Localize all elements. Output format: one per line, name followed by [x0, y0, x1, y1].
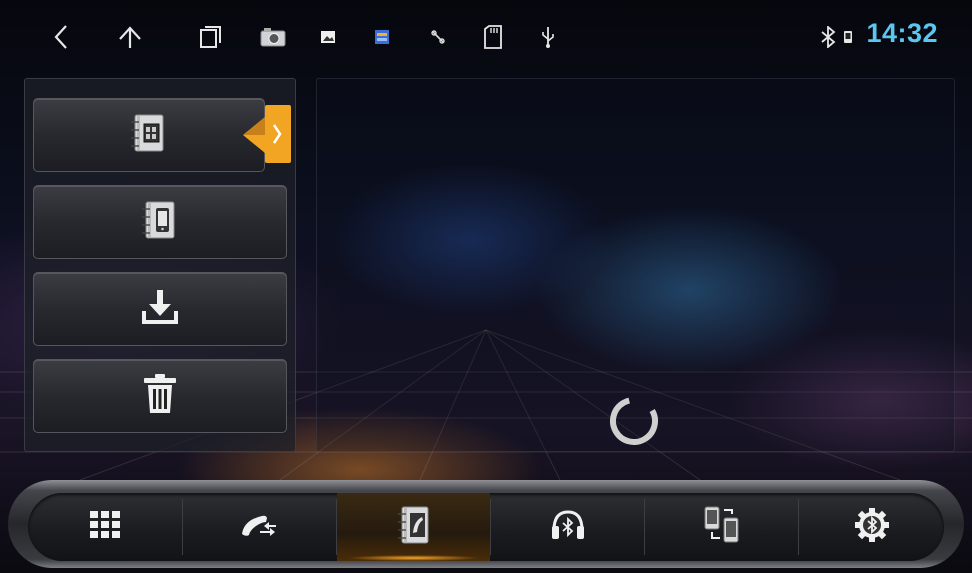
dialpad-icon: [89, 510, 121, 544]
loading-spinner-icon: [610, 397, 658, 445]
recent-apps-icon[interactable]: [196, 22, 224, 52]
trash-icon: [142, 373, 178, 419]
phone-small-icon: [842, 22, 854, 52]
clock: 14:32: [866, 18, 938, 48]
camera-icon: [258, 22, 288, 52]
usb-icon: [538, 22, 558, 52]
sd-card-icon: [481, 22, 505, 52]
active-glow: [347, 555, 480, 561]
sim-contacts-button[interactable]: [33, 98, 265, 172]
phone-contacts-icon: [139, 200, 181, 244]
bottom-nav: [28, 493, 944, 561]
download-icon: [140, 289, 180, 329]
home-icon[interactable]: [116, 22, 144, 52]
nav-call-log[interactable]: [183, 493, 336, 561]
nav-dialpad[interactable]: [28, 493, 182, 561]
left-menu: [24, 78, 296, 452]
bluetooth-settings-icon: [854, 507, 890, 547]
back-icon[interactable]: [48, 22, 74, 52]
contacts-book-icon: [396, 505, 432, 549]
gallery-icon: [318, 22, 338, 52]
device-transfer-icon: [702, 506, 742, 548]
sim-contacts-icon: [128, 113, 170, 157]
call-log-icon: [240, 510, 280, 544]
phone-contacts-button[interactable]: [33, 185, 287, 259]
gps-icon: [428, 22, 448, 52]
nav-bluetooth-music[interactable]: [491, 493, 644, 561]
nav-device-transfer[interactable]: [645, 493, 798, 561]
bluetooth-headphones-icon: [550, 508, 586, 546]
selected-indicator-icon: [243, 105, 291, 163]
media-icon: [372, 22, 392, 52]
status-bar: 14:32: [0, 0, 972, 72]
nav-bluetooth-settings[interactable]: [799, 493, 944, 561]
nav-contacts[interactable]: [337, 493, 490, 561]
download-contacts-button[interactable]: [33, 272, 287, 346]
bluetooth-icon: [818, 22, 840, 52]
delete-contacts-button[interactable]: [33, 359, 287, 433]
